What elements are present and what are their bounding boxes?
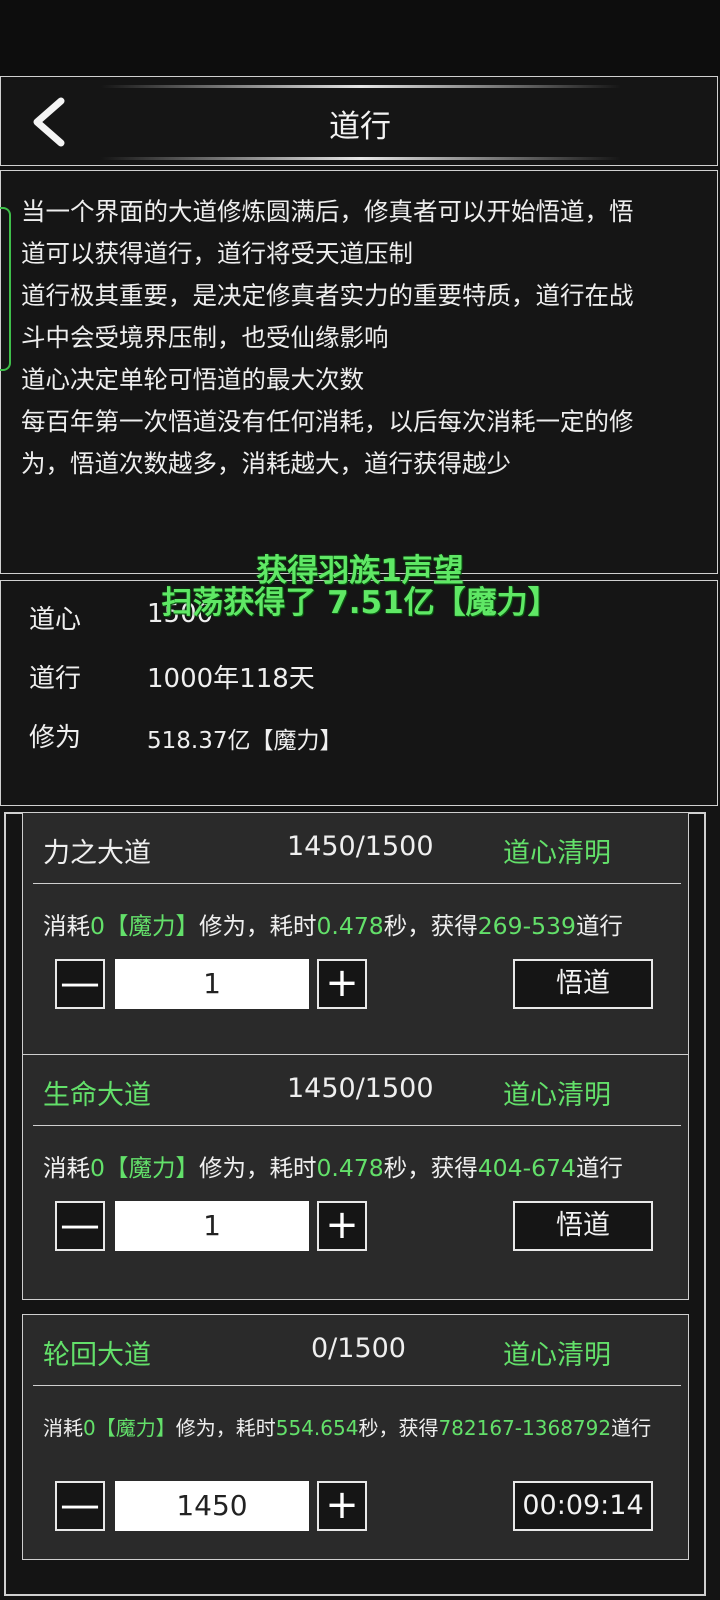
path-progress: 1450/1500	[287, 831, 434, 862]
dao-path-card: 力之大道 1450/1500 道心清明 消耗0【魔力】修为，耗时0.478秒，获…	[22, 812, 689, 1058]
path-state: 道心清明	[503, 838, 611, 869]
increment-button[interactable]: +	[317, 1481, 367, 1531]
panel-edge-indicator	[0, 207, 11, 371]
cost-text: 消耗0【魔力】修为，耗时554.654秒，获得782167-1368792道行	[43, 1412, 651, 1441]
dao-path-list[interactable]: 力之大道 1450/1500 道心清明 消耗0【魔力】修为，耗时0.478秒，获…	[4, 812, 706, 1596]
decrement-button[interactable]: —	[55, 959, 105, 1009]
description-line: 每百年第一次悟道没有任何消耗，以后每次消耗一定的修	[21, 407, 634, 436]
countdown-timer: 00:09:14	[513, 1481, 653, 1531]
description-line: 斗中会受境界压制，也受仙缘影响	[21, 323, 389, 352]
description-line: 道心决定单轮可悟道的最大次数	[21, 365, 364, 394]
description-panel: 当一个界面的大道修炼圆满后，修真者可以开始悟道，悟 道可以获得道行，道行将受天道…	[0, 170, 718, 574]
dao-path-card: 生命大道 1450/1500 道心清明 消耗0【魔力】修为，耗时0.478秒，获…	[22, 1054, 689, 1300]
cost-value: 0【魔力】	[90, 912, 199, 940]
header-rule-top	[101, 85, 621, 88]
page-title: 道行	[329, 109, 391, 145]
cost-label: 道行	[611, 1416, 652, 1440]
time-value: 554.654	[275, 1416, 359, 1440]
time-value: 0.478	[316, 912, 384, 940]
card-divider	[33, 1385, 681, 1386]
time-value: 0.478	[316, 1154, 384, 1182]
cost-label: 秒，获得	[358, 1416, 439, 1440]
path-name: 力之大道	[43, 838, 151, 869]
path-state: 道心清明	[503, 1340, 611, 1371]
cost-label: 道行	[575, 1154, 623, 1182]
sweep-toast: 扫荡获得了 7.51亿【魔力】	[161, 585, 559, 621]
xiuwei-value: 518.37亿【魔力】	[147, 728, 343, 754]
daoxing-value: 1000年118天	[147, 664, 315, 694]
cost-label: 秒，获得	[383, 1154, 478, 1182]
description-line: 道行极其重要，是决定修真者实力的重要特质，道行在战	[21, 281, 634, 310]
cost-label: 修为，耗时	[198, 1154, 317, 1182]
increment-button[interactable]: +	[317, 1201, 367, 1251]
cost-label: 消耗	[43, 912, 90, 940]
increment-button[interactable]: +	[317, 959, 367, 1009]
cost-text: 消耗0【魔力】修为，耗时0.478秒，获得269-539道行	[43, 907, 623, 941]
description-line: 为，悟道次数越多，消耗越大，道行获得越少	[21, 449, 511, 478]
decrement-button[interactable]: —	[55, 1481, 105, 1531]
cost-label: 消耗	[43, 1154, 90, 1182]
status-bar	[0, 0, 720, 76]
cost-label: 秒，获得	[383, 912, 478, 940]
path-name: 生命大道	[43, 1080, 151, 1111]
path-state: 道心清明	[503, 1080, 611, 1111]
path-progress: 0/1500	[311, 1333, 406, 1364]
gain-value: 404-674	[477, 1154, 576, 1182]
path-progress: 1450/1500	[287, 1073, 434, 1104]
card-divider	[33, 1125, 681, 1126]
cost-value: 0【魔力】	[83, 1416, 176, 1440]
quantity-input[interactable]: 1	[115, 1201, 309, 1251]
description-line: 当一个界面的大道修炼圆满后，修真者可以开始悟道，悟	[21, 197, 634, 226]
xiuwei-label: 修为	[29, 723, 82, 753]
header-rule-bottom	[101, 157, 621, 160]
daoxing-label: 道行	[29, 664, 82, 694]
dao-path-card: 轮回大道 0/1500 道心清明 消耗0【魔力】修为，耗时554.654秒，获得…	[22, 1314, 689, 1560]
header-bar: 道行	[0, 76, 718, 166]
card-divider	[33, 883, 681, 884]
gain-value: 269-539	[477, 912, 576, 940]
cost-label: 修为，耗时	[175, 1416, 276, 1440]
cost-label: 消耗	[43, 1416, 83, 1440]
cost-value: 0【魔力】	[90, 1154, 199, 1182]
cost-label: 道行	[575, 912, 623, 940]
quantity-input[interactable]: 1450	[115, 1481, 309, 1531]
path-name: 轮回大道	[43, 1340, 151, 1371]
cost-text: 消耗0【魔力】修为，耗时0.478秒，获得404-674道行	[43, 1149, 623, 1183]
decrement-button[interactable]: —	[55, 1201, 105, 1251]
description-line: 道可以获得道行，道行将受天道压制	[21, 239, 413, 268]
quantity-input[interactable]: 1	[115, 959, 309, 1009]
enlighten-button[interactable]: 悟道	[513, 1201, 653, 1251]
enlighten-button[interactable]: 悟道	[513, 959, 653, 1009]
gain-value: 782167-1368792	[438, 1416, 612, 1440]
cost-label: 修为，耗时	[198, 912, 317, 940]
